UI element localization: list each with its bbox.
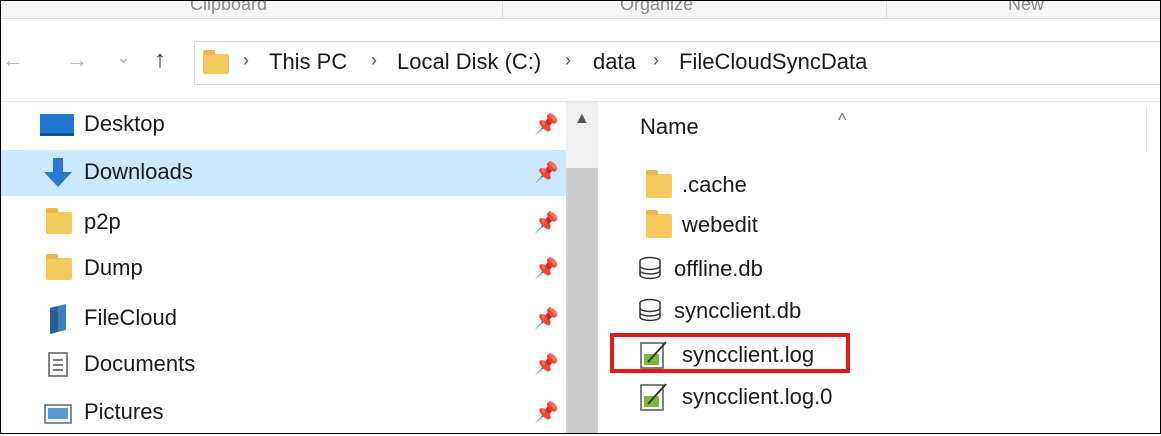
pin-icon[interactable]: 📌 (534, 210, 559, 235)
column-divider[interactable] (1146, 106, 1147, 152)
filecloud-icon (50, 304, 66, 334)
nav-item-label: FileCloud (84, 305, 177, 330)
navigation-pane: Desktop 📌 Downloads 📌 p2p 📌 Dump 📌 FileC… (0, 102, 598, 434)
ribbon-group-labels: Clipboard Organize New (0, 0, 1161, 19)
ribbon-divider (502, 0, 503, 18)
pin-icon[interactable]: 📌 (534, 256, 559, 281)
breadcrumb-local-disk[interactable]: Local Disk (C:) (397, 49, 541, 75)
ribbon-group-new: New (1008, 0, 1045, 14)
nav-item-downloads[interactable]: Downloads 📌 (0, 150, 566, 196)
navigation-pane-scrollbar[interactable]: ▲ (566, 102, 598, 434)
folder-icon (646, 170, 672, 198)
file-name: syncclient.log.0 (682, 384, 833, 409)
nav-item-label: Downloads (84, 159, 193, 184)
navigation-bar: ← → ⌄ ↑ › This PC › Local Disk (C:) › da… (0, 19, 1161, 102)
file-name: syncclient.db (674, 298, 802, 323)
folder-icon (203, 50, 229, 74)
ribbon-group-organize: Organize (620, 0, 694, 14)
breadcrumb-filecloudsyncdata[interactable]: FileCloudSyncData (679, 49, 867, 75)
ribbon-divider (886, 0, 887, 18)
file-name: offline.db (674, 256, 763, 281)
highlight-annotation (610, 333, 850, 373)
nav-item-label: Documents (84, 351, 196, 376)
nav-item-label: Pictures (84, 399, 164, 424)
folder-icon (46, 208, 72, 234)
nav-item-label: p2p (84, 209, 121, 234)
chevron-right-icon[interactable]: › (653, 50, 659, 71)
nav-item-desktop[interactable]: Desktop 📌 (0, 102, 566, 148)
nav-item-label: Desktop (84, 111, 165, 136)
documents-icon (48, 352, 68, 377)
pin-icon[interactable]: 📌 (534, 306, 559, 331)
column-header-name[interactable]: Name (640, 114, 699, 140)
desktop-icon (40, 114, 74, 136)
address-bar[interactable]: › This PC › Local Disk (C:) › data › Fil… (194, 41, 1161, 85)
sort-ascending-icon: ^ (838, 110, 847, 130)
nav-item-p2p[interactable]: p2p 📌 (0, 200, 566, 246)
forward-arrow-icon[interactable]: → (66, 47, 88, 73)
up-arrow-icon[interactable]: ↑ (154, 46, 166, 74)
pictures-icon (44, 404, 72, 424)
folder-icon (646, 210, 672, 238)
database-icon (639, 298, 661, 322)
scroll-up-arrow-icon[interactable]: ▲ (574, 110, 590, 128)
file-item-syncclient-db[interactable]: syncclient.db (638, 292, 1158, 332)
nav-item-filecloud[interactable]: FileCloud 📌 (0, 296, 566, 342)
breadcrumb-data[interactable]: data (593, 49, 636, 75)
chevron-right-icon[interactable]: › (243, 50, 249, 71)
nav-item-documents[interactable]: Documents 📌 (0, 342, 566, 388)
file-list: Name ^ .cache webedit offline.db synccli… (598, 102, 1161, 434)
nav-item-dump[interactable]: Dump 📌 (0, 246, 566, 292)
file-item-cache[interactable]: .cache (638, 166, 1158, 206)
ribbon-group-clipboard: Clipboard (190, 0, 268, 14)
chevron-right-icon[interactable]: › (565, 50, 571, 71)
nav-item-pictures[interactable]: Pictures 📌 (0, 390, 566, 436)
pin-icon[interactable]: 📌 (534, 160, 559, 185)
back-arrow-icon[interactable]: ← (2, 47, 24, 73)
file-item-webedit[interactable]: webedit (638, 206, 1158, 246)
pin-icon[interactable]: 📌 (534, 400, 559, 425)
pin-icon[interactable]: 📌 (534, 112, 559, 137)
file-name: .cache (682, 172, 747, 197)
recent-locations-icon[interactable]: ⌄ (116, 47, 131, 68)
downloads-icon (44, 158, 72, 187)
database-icon (639, 256, 661, 280)
file-item-syncclient-log-0[interactable]: syncclient.log.0 (638, 378, 1158, 418)
nav-item-label: Dump (84, 255, 143, 280)
folder-icon (46, 254, 72, 280)
pin-icon[interactable]: 📌 (534, 352, 559, 377)
chevron-right-icon[interactable]: › (371, 50, 377, 71)
log-file-icon (640, 383, 667, 411)
scrollbar-thumb[interactable] (566, 168, 598, 434)
file-item-offline-db[interactable]: offline.db (638, 250, 1158, 290)
file-name: webedit (682, 212, 758, 237)
breadcrumb-this-pc[interactable]: This PC (269, 49, 347, 75)
